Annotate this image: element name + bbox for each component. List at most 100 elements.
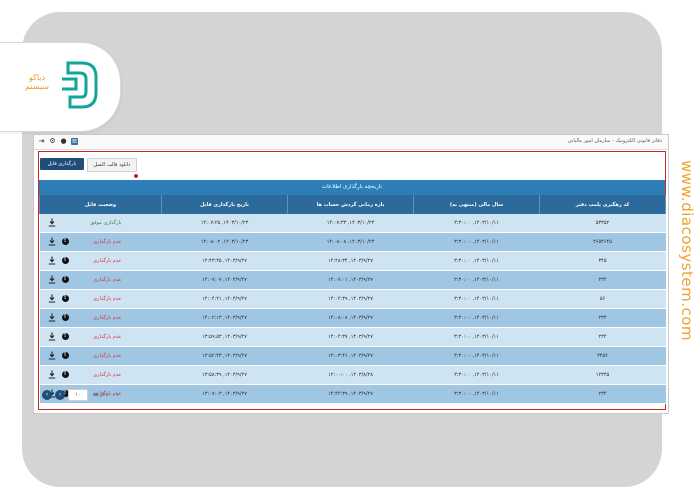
settings-icon[interactable]: ⚙ bbox=[49, 138, 56, 145]
cell-upload-date: ۱۴۰۳/۹/۲۷, ۱۴:۰۷:۰۷ bbox=[162, 271, 288, 290]
cell-upload-date: ۱۴۰۳/۹/۲۷, ۱۴:۰۴:۲۱ bbox=[162, 290, 288, 309]
cell-status: بارگذاری موفق bbox=[40, 214, 162, 233]
download-icon[interactable] bbox=[48, 294, 56, 303]
prev-page-button[interactable]: ‹ bbox=[42, 390, 52, 400]
cell-fiscal-year: ۱۴۰۳/۱۰/۱۱, ۳:۳۰:۰۰ bbox=[414, 309, 540, 328]
cell-tracking-code: ۲۳۴ bbox=[540, 328, 666, 347]
download-icon[interactable] bbox=[48, 256, 56, 265]
table-row: ۴۶۵۴۶۴۵۱۴۰۳/۱۰/۱۱, ۳:۳۰:۰۰۱۴۰۳/۱۰/۲۳, ۱۴… bbox=[40, 233, 666, 252]
download-icon[interactable] bbox=[48, 275, 56, 284]
error-info-icon[interactable]: ! bbox=[62, 257, 69, 264]
page-size-select[interactable]: ۱۰ bbox=[68, 389, 88, 401]
error-info-icon[interactable]: ! bbox=[62, 371, 69, 378]
col-header-tracking-code[interactable]: کد رهگیری پلمپ دفتر bbox=[540, 195, 666, 214]
cell-period: ۱۴۰۳/۹/۲۷, ۱۴:۴۸:۳۴ bbox=[288, 252, 414, 271]
upload-file-button[interactable]: بارگذاری فایل bbox=[40, 158, 84, 170]
col-header-period[interactable]: بازه زمانی گردش حساب ها bbox=[288, 195, 414, 214]
cell-tracking-code: ۵۶ bbox=[540, 290, 666, 309]
cell-upload-date: ۱۴۰۳/۱۰/۲۳, ۱۴:۰۷:۲۵ bbox=[162, 214, 288, 233]
cell-period: ۱۴۰۳/۸/۲۸, ۱۲:۰۰:۰۰ bbox=[288, 366, 414, 385]
user-icon[interactable]: ● bbox=[60, 138, 67, 145]
status-label: عدم بارگذاری bbox=[93, 258, 121, 264]
status-label: عدم بارگذاری bbox=[93, 372, 121, 378]
cell-upload-date: ۱۴۰۳/۹/۲۷, ۱۳:۰۷:۰۳ bbox=[162, 385, 288, 404]
cell-fiscal-year: ۱۴۰۳/۱۰/۱۱, ۳:۳۰:۰۰ bbox=[414, 214, 540, 233]
app-window: ⇥ ⚙ ● ≡ دفاتر قانونی الکترونیک - سازمان … bbox=[33, 134, 669, 414]
status-label: عدم بارگذاری bbox=[93, 315, 121, 321]
cell-status: عدم بارگذاری! bbox=[40, 271, 162, 290]
table-row: ۲۳۴۱۴۰۳/۱۰/۱۱, ۳:۳۰:۰۰۱۴۰۳/۹/۲۷, ۱۴:۰۸:۰… bbox=[40, 309, 666, 328]
menu-icon[interactable]: ≡ bbox=[71, 138, 78, 145]
status-label: بارگذاری موفق bbox=[90, 220, 121, 226]
notification-dot bbox=[134, 174, 138, 178]
cell-upload-date: ۱۴۰۳/۱۰/۲۳, ۱۴:۰۸:۰۲ bbox=[162, 233, 288, 252]
error-info-icon[interactable]: ! bbox=[62, 276, 69, 283]
col-header-fiscal-year[interactable]: سال مالی (منتهی به) bbox=[414, 195, 540, 214]
error-info-icon[interactable]: ! bbox=[62, 314, 69, 321]
cell-period: ۱۴۰۳/۹/۲۷, ۱۴:۴۴:۳۹ bbox=[288, 385, 414, 404]
download-icon[interactable] bbox=[48, 370, 56, 379]
table-row: ۲۳۴۱۴۰۳/۱۰/۱۱, ۳:۳۰:۰۰۱۴۰۳/۹/۲۷, ۱۴:۴۴:۳… bbox=[40, 385, 666, 404]
cell-fiscal-year: ۱۴۰۳/۱۰/۱۱, ۳:۳۰:۰۰ bbox=[414, 347, 540, 366]
cell-period: ۱۴۰۳/۹/۲۷, ۱۴:۰۳:۴۶ bbox=[288, 347, 414, 366]
cell-tracking-code: ۳۴۵۶ bbox=[540, 347, 666, 366]
table-row: ۵۶۱۴۰۳/۱۰/۱۱, ۳:۳۰:۰۰۱۴۰۳/۹/۲۷, ۱۴:۰۴:۳۹… bbox=[40, 290, 666, 309]
top-bar: ⇥ ⚙ ● ≡ دفاتر قانونی الکترونیک - سازمان … bbox=[34, 135, 668, 150]
cell-status: عدم بارگذاری! bbox=[40, 252, 162, 271]
cell-period: ۱۴۰۳/۹/۲۷, ۱۴:۰۷:۰۱ bbox=[288, 271, 414, 290]
status-label: عدم بارگذاری bbox=[93, 296, 121, 302]
cell-status: عدم بارگذاری! bbox=[40, 309, 162, 328]
pager: ‹ › ۱۰ ۱ - ۱۰ از ۹۷ bbox=[42, 389, 118, 401]
cell-tracking-code: ۲۳۴ bbox=[540, 271, 666, 290]
cell-tracking-code: ۲۳۴ bbox=[540, 309, 666, 328]
cell-status: عدم بارگذاری! bbox=[40, 290, 162, 309]
cell-tracking-code: ۴۶۵۴۶۴۵ bbox=[540, 233, 666, 252]
brand-logo-icon bbox=[58, 57, 102, 113]
cell-upload-date: ۱۴۰۳/۹/۲۷, ۱۴:۴۳:۳۵ bbox=[162, 252, 288, 271]
error-info-icon[interactable]: ! bbox=[62, 333, 69, 340]
cell-fiscal-year: ۱۴۰۳/۱۰/۱۱, ۳:۳۰:۰۰ bbox=[414, 271, 540, 290]
cell-fiscal-year: ۱۴۰۳/۱۰/۱۱, ۳:۳۰:۰۰ bbox=[414, 385, 540, 404]
topbar-icons: ⇥ ⚙ ● ≡ bbox=[38, 138, 78, 145]
cell-upload-date: ۱۴۰۳/۹/۲۷, ۱۳:۵۹:۵۳ bbox=[162, 328, 288, 347]
table-row: ۱۲۳۴۵۱۴۰۳/۱۰/۱۱, ۳:۳۰:۰۰۱۴۰۳/۸/۲۸, ۱۲:۰۰… bbox=[40, 366, 666, 385]
cell-tracking-code: ۲۳۴ bbox=[540, 385, 666, 404]
cell-upload-date: ۱۴۰۳/۹/۲۷, ۱۴:۰۲:۱۳ bbox=[162, 309, 288, 328]
col-header-upload-date[interactable]: تاریخ بارگذاری فایل bbox=[162, 195, 288, 214]
status-label: عدم بارگذاری bbox=[93, 239, 121, 245]
table-header-row: کد رهگیری پلمپ دفتر سال مالی (منتهی به) … bbox=[40, 195, 666, 214]
download-icon[interactable] bbox=[48, 351, 56, 360]
cell-status: عدم بارگذاری! bbox=[40, 366, 162, 385]
cell-period: ۱۴۰۳/۱۰/۲۳, ۱۴:۰۸:۰۸ bbox=[288, 233, 414, 252]
cell-fiscal-year: ۱۴۰۳/۱۰/۱۱, ۳:۳۰:۰۰ bbox=[414, 328, 540, 347]
error-info-icon[interactable]: ! bbox=[62, 238, 69, 245]
col-header-status[interactable]: وضعیت فایل bbox=[40, 195, 162, 214]
cell-period: ۱۴۰۳/۱۰/۲۳, ۱۴:۰۷:۳۳ bbox=[288, 214, 414, 233]
table-row: ۵۳۳۵۲۱۴۰۳/۱۰/۱۱, ۳:۳۰:۰۰۱۴۰۳/۱۰/۲۳, ۱۴:۰… bbox=[40, 214, 666, 233]
cell-tracking-code: ۵۳۳۵۲ bbox=[540, 214, 666, 233]
history-panel: بارگذاری فایل دانلود قالب اکسل تاریخچه ب… bbox=[38, 151, 666, 410]
download-template-button[interactable]: دانلود قالب اکسل bbox=[87, 158, 137, 172]
cell-period: ۱۴۰۳/۹/۲۷, ۱۴:۰۴:۳۹ bbox=[288, 290, 414, 309]
brand-logo-card: دیاکو سیستم bbox=[0, 42, 121, 132]
cell-fiscal-year: ۱۴۰۳/۱۰/۱۱, ۳:۳۰:۰۰ bbox=[414, 290, 540, 309]
cell-fiscal-year: ۱۴۰۳/۱۰/۱۱, ۳:۳۰:۰۰ bbox=[414, 252, 540, 271]
download-icon[interactable] bbox=[48, 313, 56, 322]
status-label: عدم بارگذاری bbox=[93, 353, 121, 359]
table-row: ۳۴۵۶۱۴۰۳/۱۰/۱۱, ۳:۳۰:۰۰۱۴۰۳/۹/۲۷, ۱۴:۰۳:… bbox=[40, 347, 666, 366]
status-label: عدم بارگذاری bbox=[93, 277, 121, 283]
page-info: ۱ - ۱۰ از ۹۷ bbox=[93, 392, 118, 398]
cell-period: ۱۴۰۳/۹/۲۷, ۱۴:۰۸:۰۸ bbox=[288, 309, 414, 328]
cell-upload-date: ۱۴۰۳/۹/۲۷, ۱۳:۵۸:۳۹ bbox=[162, 366, 288, 385]
table-row: ۲۳۴۱۴۰۳/۱۰/۱۱, ۳:۳۰:۰۰۱۴۰۳/۹/۲۷, ۱۴:۰۷:۰… bbox=[40, 271, 666, 290]
next-page-button[interactable]: › bbox=[55, 390, 65, 400]
error-info-icon[interactable]: ! bbox=[62, 295, 69, 302]
download-icon[interactable] bbox=[48, 218, 56, 227]
cell-fiscal-year: ۱۴۰۳/۱۰/۱۱, ۳:۳۰:۰۰ bbox=[414, 233, 540, 252]
cell-upload-date: ۱۴۰۳/۹/۲۷, ۱۳:۵۲:۴۳ bbox=[162, 347, 288, 366]
error-info-icon[interactable]: ! bbox=[62, 352, 69, 359]
download-icon[interactable] bbox=[48, 237, 56, 246]
download-icon[interactable] bbox=[48, 332, 56, 341]
status-label: عدم بارگذاری bbox=[93, 334, 121, 340]
logout-icon[interactable]: ⇥ bbox=[38, 138, 45, 145]
